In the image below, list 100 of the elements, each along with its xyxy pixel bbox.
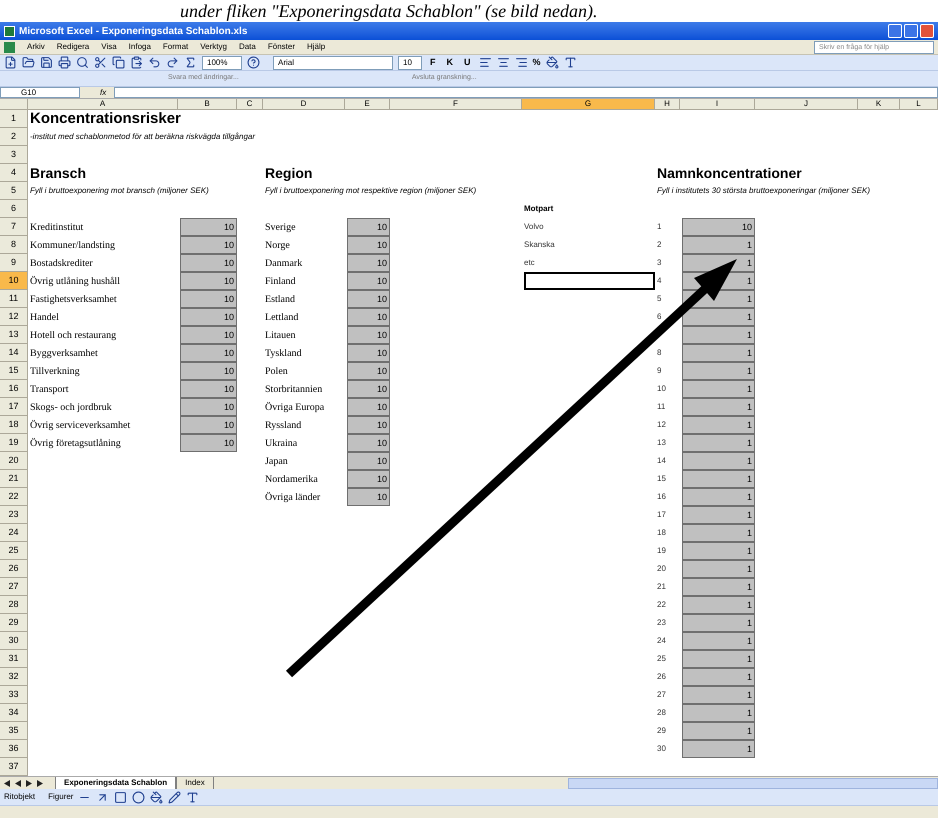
menu-item[interactable]: Visa [101, 41, 117, 53]
value-cell[interactable]: 1 [682, 380, 755, 398]
font-color-icon[interactable] [564, 56, 577, 69]
value-cell[interactable]: 1 [682, 578, 755, 596]
value-cell[interactable]: 10 [347, 362, 390, 380]
row-header[interactable]: 1 [0, 110, 28, 128]
paint-bucket-icon[interactable] [546, 56, 559, 69]
row-header[interactable]: 10 [0, 272, 28, 290]
value-cell[interactable]: 1 [682, 722, 755, 740]
value-cell[interactable]: 1 [682, 452, 755, 470]
value-cell[interactable]: 1 [682, 686, 755, 704]
value-cell[interactable]: 1 [682, 614, 755, 632]
folder-icon[interactable] [22, 56, 35, 69]
row-header[interactable]: 6 [0, 200, 28, 218]
row-header[interactable]: 13 [0, 326, 28, 344]
value-cell[interactable]: 1 [682, 344, 755, 362]
paste-icon[interactable] [130, 56, 143, 69]
row-header[interactable]: 16 [0, 380, 28, 398]
value-cell[interactable]: 10 [347, 380, 390, 398]
value-cell[interactable]: 10 [347, 218, 390, 236]
row-header[interactable]: 32 [0, 668, 28, 686]
column-header[interactable]: G [522, 99, 655, 110]
align-center-icon[interactable] [496, 56, 510, 69]
row-header[interactable]: 30 [0, 632, 28, 650]
percent-button[interactable]: % [532, 56, 541, 70]
value-cell[interactable]: 10 [180, 380, 237, 398]
align-right-icon[interactable] [514, 56, 528, 69]
column-header[interactable]: I [680, 99, 755, 110]
column-header[interactable]: A [28, 99, 178, 110]
row-header[interactable]: 26 [0, 560, 28, 578]
column-header[interactable]: K [858, 99, 900, 110]
value-cell[interactable]: 1 [682, 704, 755, 722]
row-header[interactable]: 33 [0, 686, 28, 704]
value-cell[interactable]: 10 [180, 362, 237, 380]
value-cell[interactable]: 10 [347, 398, 390, 416]
format-button[interactable]: F [427, 56, 438, 70]
row-header[interactable]: 22 [0, 488, 28, 506]
row-header[interactable]: 14 [0, 344, 28, 362]
value-cell[interactable]: 10 [347, 308, 390, 326]
row-header[interactable]: 18 [0, 416, 28, 434]
menu-item[interactable]: Infoga [128, 41, 151, 53]
menu-item[interactable]: Verktyg [200, 41, 227, 53]
row-header[interactable]: 21 [0, 470, 28, 488]
row-header[interactable]: 12 [0, 308, 28, 326]
copy-icon[interactable] [112, 56, 125, 69]
column-header[interactable]: E [345, 99, 390, 110]
value-cell[interactable]: 10 [180, 236, 237, 254]
row-header[interactable]: 5 [0, 182, 28, 200]
font-size-field[interactable]: 10 [398, 56, 422, 70]
value-cell[interactable]: 10 [347, 326, 390, 344]
row-header[interactable]: 4 [0, 164, 28, 182]
value-cell[interactable]: 1 [682, 470, 755, 488]
value-cell[interactable]: 10 [347, 254, 390, 272]
value-cell[interactable]: 10 [180, 344, 237, 362]
align-left-icon[interactable] [478, 56, 492, 69]
row-header[interactable]: 36 [0, 740, 28, 758]
row-header[interactable]: 37 [0, 758, 28, 776]
format-button[interactable]: K [444, 56, 456, 70]
value-cell[interactable]: 1 [682, 362, 755, 380]
value-cell[interactable]: 10 [180, 272, 237, 290]
row-header[interactable]: 19 [0, 434, 28, 452]
value-cell[interactable]: 10 [180, 290, 237, 308]
value-cell[interactable]: 10 [180, 398, 237, 416]
row-header[interactable]: 27 [0, 578, 28, 596]
minimize-button[interactable] [888, 24, 902, 38]
column-header[interactable]: D [263, 99, 345, 110]
row-header[interactable]: 15 [0, 362, 28, 380]
menu-item[interactable]: Fönster [268, 41, 295, 53]
value-cell[interactable]: 10 [347, 290, 390, 308]
value-cell[interactable]: 1 [682, 236, 755, 254]
active-cell[interactable] [524, 272, 655, 290]
value-cell[interactable]: 10 [347, 470, 390, 488]
value-cell[interactable]: 1 [682, 488, 755, 506]
scissors-icon[interactable] [94, 56, 107, 69]
row-header[interactable]: 20 [0, 452, 28, 470]
rectangle-icon[interactable] [114, 790, 128, 804]
row-header[interactable]: 8 [0, 236, 28, 254]
row-header[interactable]: 28 [0, 596, 28, 614]
value-cell[interactable]: 10 [180, 218, 237, 236]
row-header[interactable]: 35 [0, 722, 28, 740]
row-header[interactable]: 2 [0, 128, 28, 146]
save-icon[interactable] [40, 56, 53, 69]
menu-item[interactable]: Format [162, 41, 188, 53]
format-button[interactable]: U [461, 56, 474, 70]
value-cell[interactable]: 10 [180, 326, 237, 344]
value-cell[interactable]: 1 [682, 326, 755, 344]
undo-icon[interactable] [148, 56, 161, 69]
search-icon[interactable] [76, 56, 89, 69]
row-header[interactable]: 3 [0, 146, 28, 164]
fill-color-icon[interactable] [150, 790, 164, 804]
value-cell[interactable]: 1 [682, 416, 755, 434]
row-header[interactable]: 29 [0, 614, 28, 632]
sigma-icon[interactable] [184, 56, 197, 69]
maximize-button[interactable] [904, 24, 918, 38]
column-header[interactable]: L [900, 99, 938, 110]
redo-icon[interactable] [166, 56, 179, 69]
column-header[interactable]: B [178, 99, 237, 110]
row-header[interactable]: 11 [0, 290, 28, 308]
value-cell[interactable]: 10 [180, 308, 237, 326]
close-button[interactable] [920, 24, 934, 38]
